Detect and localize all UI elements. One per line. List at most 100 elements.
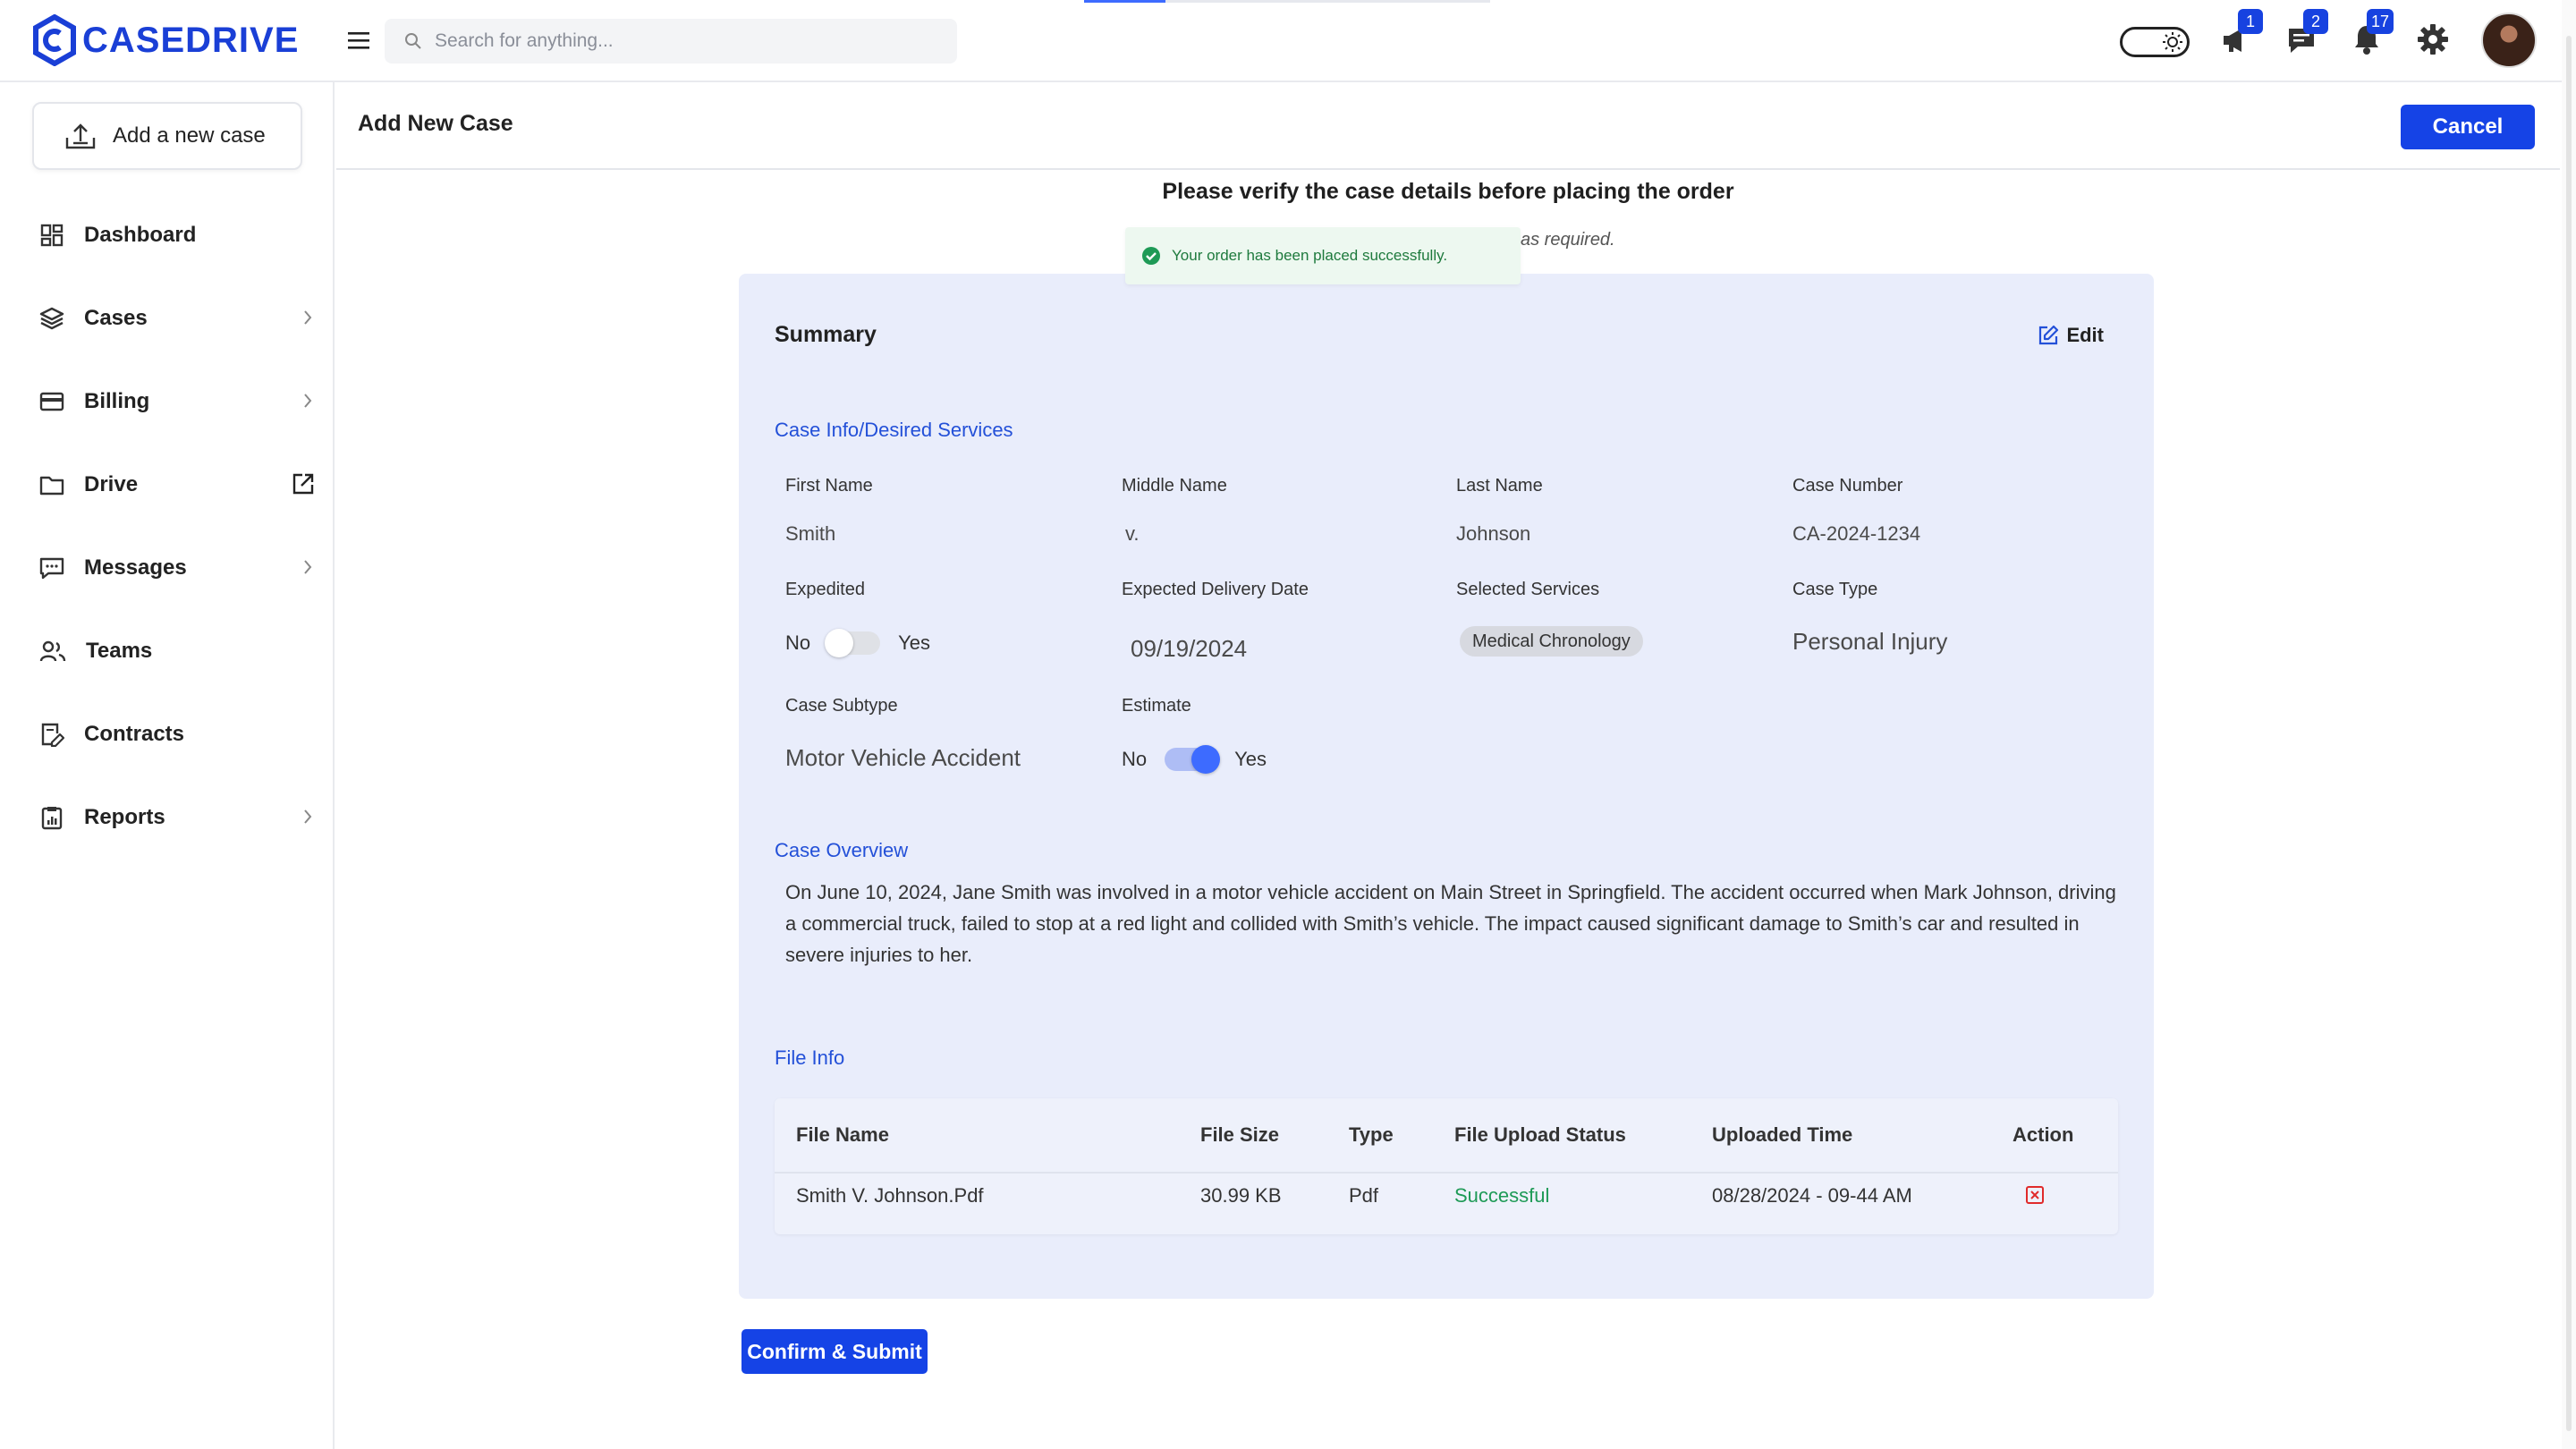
success-toast: Your order has been placed successfully. bbox=[1125, 227, 1521, 284]
page-scrollbar[interactable] bbox=[2562, 0, 2576, 1449]
notifications-button[interactable]: 17 bbox=[2349, 9, 2394, 61]
verify-heading: Please verify the case details before pl… bbox=[1162, 179, 1734, 204]
file-table: File Name File Size Type File Upload Sta… bbox=[775, 1098, 2118, 1234]
credit-card-icon bbox=[39, 392, 64, 411]
chevron-right-icon bbox=[304, 560, 312, 574]
chevron-right-icon bbox=[304, 394, 312, 408]
search-bar bbox=[385, 19, 957, 64]
delete-file-icon[interactable] bbox=[2025, 1185, 2045, 1205]
edit-label: Edit bbox=[2066, 324, 2104, 346]
sidebar-item-label: Reports bbox=[84, 805, 165, 829]
column-header-file-size: File Size bbox=[1200, 1123, 1280, 1146]
middle-name-value: v. bbox=[1125, 522, 1140, 545]
chevron-right-icon bbox=[304, 310, 312, 325]
case-type-value: Personal Injury bbox=[1792, 628, 1948, 655]
delivery-date-value: 09/19/2024 bbox=[1131, 635, 1248, 662]
search-icon bbox=[405, 33, 421, 49]
contract-icon bbox=[41, 723, 64, 747]
edit-icon bbox=[2039, 325, 2059, 345]
sidebar-item-dashboard[interactable]: Dashboard bbox=[39, 213, 313, 258]
settings-button[interactable] bbox=[2415, 21, 2454, 61]
expedited-yes-label: Yes bbox=[898, 631, 931, 654]
switch-knob bbox=[1191, 745, 1221, 774]
required-note: as required. bbox=[1521, 230, 1615, 250]
notifications-badge: 17 bbox=[2366, 9, 2394, 34]
uploaded-time-cell: 08/28/2024 - 09-44 AM bbox=[1712, 1184, 1912, 1207]
sidebar-item-teams[interactable]: Teams bbox=[39, 629, 313, 674]
estimate-toggle-row: No Yes bbox=[1122, 745, 1267, 774]
first-name-label: First Name bbox=[785, 476, 873, 496]
sidebar-item-drive[interactable]: Drive bbox=[39, 462, 315, 507]
scrollbar-thumb[interactable] bbox=[2566, 36, 2572, 1431]
middle-name-label: Middle Name bbox=[1122, 476, 1227, 496]
sidebar-item-cases[interactable]: Cases bbox=[39, 296, 313, 341]
upload-status-cell: Successful bbox=[1454, 1184, 1550, 1207]
messages-badge: 2 bbox=[2303, 9, 2328, 34]
file-info-section-title: File Info bbox=[775, 1046, 845, 1069]
theme-toggle[interactable] bbox=[2120, 27, 2190, 57]
file-size-cell: 30.99 KB bbox=[1200, 1184, 1282, 1207]
expedited-switch[interactable] bbox=[825, 629, 881, 657]
sidebar-item-label: Drive bbox=[84, 472, 139, 496]
announcements-button[interactable]: 1 bbox=[2218, 9, 2263, 61]
case-info-section-title: Case Info/Desired Services bbox=[775, 419, 1013, 441]
add-new-case-label: Add a new case bbox=[113, 123, 266, 148]
file-type-cell: Pdf bbox=[1349, 1184, 1379, 1207]
user-avatar[interactable] bbox=[2481, 13, 2537, 68]
service-chip: Medical Chronology bbox=[1460, 626, 1643, 657]
column-header-action: Action bbox=[2012, 1123, 2074, 1146]
estimate-no-label: No bbox=[1122, 748, 1148, 770]
announcements-badge: 1 bbox=[2238, 9, 2263, 34]
sidebar-item-contracts[interactable]: Contracts bbox=[39, 712, 313, 757]
sidebar-item-billing[interactable]: Billing bbox=[39, 379, 313, 424]
hamburger-menu-icon[interactable] bbox=[345, 27, 372, 54]
page-progress-bar bbox=[1084, 0, 1490, 3]
expedited-toggle-row: No Yes bbox=[785, 629, 931, 657]
page-header: Add New Case Cancel bbox=[336, 82, 2560, 170]
sidebar-item-label: Dashboard bbox=[84, 223, 197, 247]
message-icon bbox=[39, 557, 64, 580]
external-link-icon[interactable] bbox=[292, 472, 315, 496]
summary-card: Summary Edit Case Info/Desired Services … bbox=[739, 274, 2154, 1299]
case-overview-section-title: Case Overview bbox=[775, 839, 909, 861]
check-circle-icon bbox=[1142, 247, 1160, 265]
dashboard-icon bbox=[40, 224, 64, 247]
sidebar-item-label: Teams bbox=[86, 639, 153, 663]
sun-icon bbox=[2163, 32, 2182, 52]
confirm-submit-button[interactable]: Confirm & Submit bbox=[741, 1329, 928, 1374]
estimate-switch[interactable] bbox=[1165, 745, 1221, 774]
selected-services-label: Selected Services bbox=[1456, 580, 1600, 599]
sidebar-item-reports[interactable]: Reports bbox=[39, 795, 313, 840]
delivery-date-label: Expected Delivery Date bbox=[1122, 580, 1309, 599]
switch-knob bbox=[825, 629, 854, 657]
sidebar-item-label: Cases bbox=[84, 306, 148, 330]
case-subtype-label: Case Subtype bbox=[785, 696, 898, 716]
summary-title: Summary bbox=[775, 322, 877, 347]
brand-logo[interactable]: CASEDRIVE bbox=[32, 13, 299, 68]
page-title: Add New Case bbox=[358, 111, 513, 136]
sidebar-item-messages[interactable]: Messages bbox=[39, 546, 313, 590]
add-new-case-button[interactable]: Add a new case bbox=[32, 102, 302, 170]
case-number-label: Case Number bbox=[1792, 476, 1903, 496]
table-header: File Name File Size Type File Upload Sta… bbox=[775, 1098, 2118, 1174]
layers-icon bbox=[39, 307, 64, 330]
folder-icon bbox=[39, 476, 64, 496]
top-bar: CASEDRIVE 1 bbox=[0, 0, 2576, 82]
case-type-label: Case Type bbox=[1792, 580, 1878, 599]
first-name-value: Smith bbox=[785, 522, 836, 545]
expedited-no-label: No bbox=[785, 631, 811, 654]
expedited-label: Expedited bbox=[785, 580, 865, 599]
upload-icon bbox=[65, 123, 96, 149]
edit-button[interactable]: Edit bbox=[2038, 324, 2104, 347]
chevron-right-icon bbox=[304, 809, 312, 824]
gear-icon bbox=[2418, 24, 2448, 55]
messages-button[interactable]: 2 bbox=[2284, 9, 2328, 61]
last-name-label: Last Name bbox=[1456, 476, 1543, 496]
column-header-upload-status: File Upload Status bbox=[1454, 1123, 1626, 1146]
last-name-value: Johnson bbox=[1456, 522, 1531, 545]
sidebar-item-label: Billing bbox=[84, 389, 150, 413]
sidebar-item-label: Contracts bbox=[84, 722, 185, 746]
report-icon bbox=[41, 807, 63, 830]
search-input[interactable] bbox=[435, 30, 936, 52]
cancel-button[interactable]: Cancel bbox=[2401, 105, 2535, 149]
